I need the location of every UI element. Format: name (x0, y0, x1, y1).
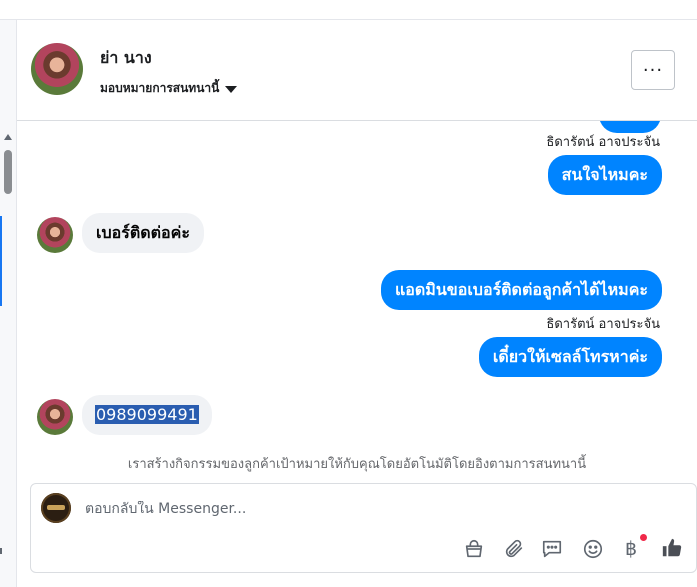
selected-phone-text[interactable]: 0989099491 (95, 405, 199, 424)
outgoing-message[interactable]: แอดมินขอเบอร์ติดต่อลูกค้าได้ไหมคะ (380, 270, 662, 310)
contact-avatar[interactable] (31, 43, 83, 95)
bag-icon[interactable] (462, 537, 486, 561)
reply-input[interactable] (85, 501, 675, 517)
scrollbar-thumb[interactable] (4, 150, 12, 194)
sender-name: ธิดารัตน์ อาจประจัน (546, 317, 660, 332)
reply-composer: ฿ (30, 483, 697, 573)
scroll-up-arrow-icon[interactable] (4, 134, 12, 140)
auto-activity-note: เราสร้างกิจกรรมของลูกค้าเป้าหมายให้กับคุ… (127, 457, 587, 472)
smiley-icon[interactable] (581, 537, 605, 561)
paperclip-icon[interactable] (502, 537, 526, 561)
page-avatar (41, 493, 71, 523)
active-indicator (0, 216, 2, 306)
caret-down-icon (225, 85, 238, 93)
contact-avatar-small (37, 399, 73, 435)
conversation-header: ย่า นาง มอบหมายการสนทนานี้ ··· (17, 20, 697, 121)
message-thread[interactable]: ธิดารัตน์ อาจประจัน สนใจไหมคะ เบอร์ติดต่… (17, 121, 697, 481)
assign-label: มอบหมายการสนทนานี้ (100, 81, 220, 95)
contact-avatar-small (37, 217, 73, 253)
outgoing-message[interactable]: เดี๋ยวให้เซลล์โทรหาค่ะ (478, 337, 662, 377)
baht-icon[interactable]: ฿ (619, 537, 643, 561)
incoming-message[interactable]: เบอร์ติดต่อค่ะ (82, 213, 204, 253)
contact-name[interactable]: ย่า นาง (100, 46, 152, 71)
incoming-message-phone[interactable]: 0989099491 (82, 395, 212, 435)
more-options-button[interactable]: ··· (631, 50, 675, 90)
thumbs-up-icon[interactable] (660, 536, 684, 560)
assign-conversation-dropdown[interactable]: มอบหมายการสนทนานี้ (100, 79, 238, 98)
left-edge-mark (0, 548, 2, 554)
notification-dot (640, 534, 647, 541)
chat-bubbles-icon[interactable] (540, 537, 564, 561)
left-panel-edge (0, 20, 17, 587)
sender-name: ธิดารัตน์ อาจประจัน (546, 135, 660, 150)
outgoing-message[interactable]: สนใจไหมคะ (547, 155, 662, 195)
